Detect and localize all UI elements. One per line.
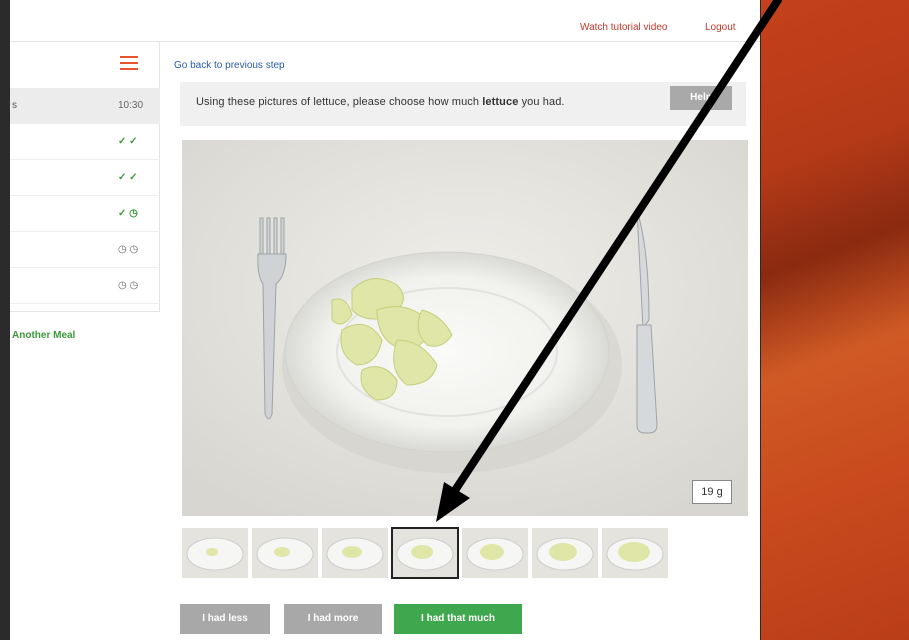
hamburger-menu-icon[interactable] xyxy=(120,56,138,70)
portion-photo xyxy=(182,140,748,516)
portion-thumbnail[interactable] xyxy=(252,528,318,578)
portion-thumbnail[interactable] xyxy=(182,528,248,578)
desktop-background xyxy=(760,0,909,640)
prompt-box: Using these pictures of lettuce, please … xyxy=(180,82,746,126)
add-another-meal-link[interactable]: Another Meal xyxy=(12,330,75,341)
had-more-button[interactable]: I had more xyxy=(284,604,382,634)
portion-thumbnail[interactable] xyxy=(532,528,598,578)
sidebar-food-row[interactable]: ◷ ◷ xyxy=(10,268,160,304)
portion-thumbnail[interactable] xyxy=(602,528,668,578)
status-icons: ✓ ✓ xyxy=(118,172,138,183)
watch-tutorial-link[interactable]: Watch tutorial video xyxy=(580,22,667,33)
meal-sidebar: s 10:30 ✓ ✓ ✓ ✓ ✓ ◷ ◷ ◷ ◷ ◷ xyxy=(10,42,160,312)
sidebar-meal-row[interactable]: s 10:30 xyxy=(10,88,160,124)
sidebar-food-row[interactable]: ✓ ◷ xyxy=(10,196,160,232)
browser-window: Watch tutorial video Logout s 10:30 ✓ ✓ … xyxy=(0,0,760,640)
portion-thumbnail[interactable] xyxy=(322,528,388,578)
had-less-button[interactable]: I had less xyxy=(180,604,270,634)
portion-weight-label: 19 g xyxy=(692,480,732,504)
portion-thumbnail-selected[interactable] xyxy=(392,528,458,578)
status-icons: ✓ ◷ xyxy=(118,208,138,219)
status-icons: ✓ ✓ xyxy=(118,136,138,147)
had-that-much-button[interactable]: I had that much xyxy=(394,604,522,634)
sidebar-food-row[interactable]: ✓ ✓ xyxy=(10,124,160,160)
status-icons: ◷ ◷ xyxy=(118,280,139,291)
sidebar-food-row[interactable]: ◷ ◷ xyxy=(10,232,160,268)
plate-image xyxy=(182,140,748,516)
help-button[interactable]: Help xyxy=(670,86,732,110)
sidebar-meal-time: 10:30 xyxy=(118,100,144,111)
back-link[interactable]: Go back to previous step xyxy=(174,60,285,71)
top-bar: Watch tutorial video Logout xyxy=(10,0,760,42)
portion-thumbnails xyxy=(182,528,672,580)
sidebar-food-row[interactable]: ✓ ✓ xyxy=(10,160,160,196)
prompt-text: Using these pictures of lettuce, please … xyxy=(196,96,565,108)
status-icons: ◷ ◷ xyxy=(118,244,139,255)
logout-link[interactable]: Logout xyxy=(705,22,736,33)
sidebar-meal-label: s xyxy=(12,100,17,111)
portion-thumbnail[interactable] xyxy=(462,528,528,578)
